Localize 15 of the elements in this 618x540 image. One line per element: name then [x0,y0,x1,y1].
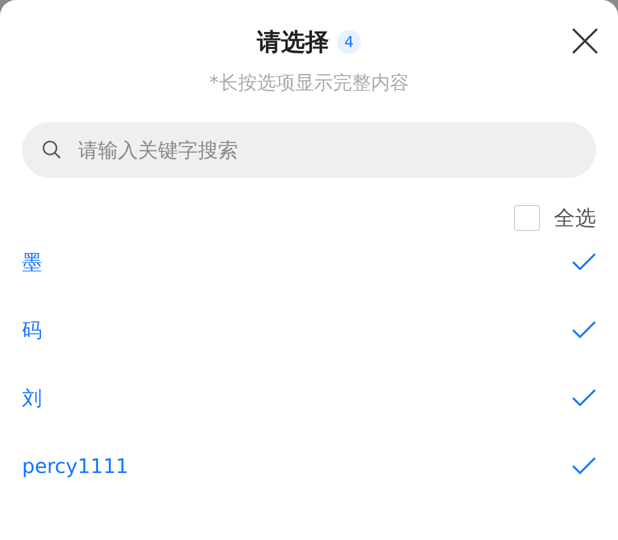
option-label: percy1111 [22,454,129,478]
select-all-checkbox[interactable] [514,205,540,231]
check-icon [572,389,596,407]
option-label: 刘 [22,384,42,412]
check-icon [572,253,596,271]
search-icon [42,140,62,160]
dialog-title: 请选择 [257,27,329,58]
option-label: 墨 [22,248,42,276]
hint-text: *长按选项显示完整内容 [209,71,409,96]
select-all-label[interactable]: 全选 [554,204,596,232]
count-badge: 4 [337,30,361,54]
check-icon [572,457,596,475]
option-label: 码 [22,316,42,344]
search-field[interactable]: 请输入关键字搜索 [22,122,596,178]
check-icon [572,321,596,339]
